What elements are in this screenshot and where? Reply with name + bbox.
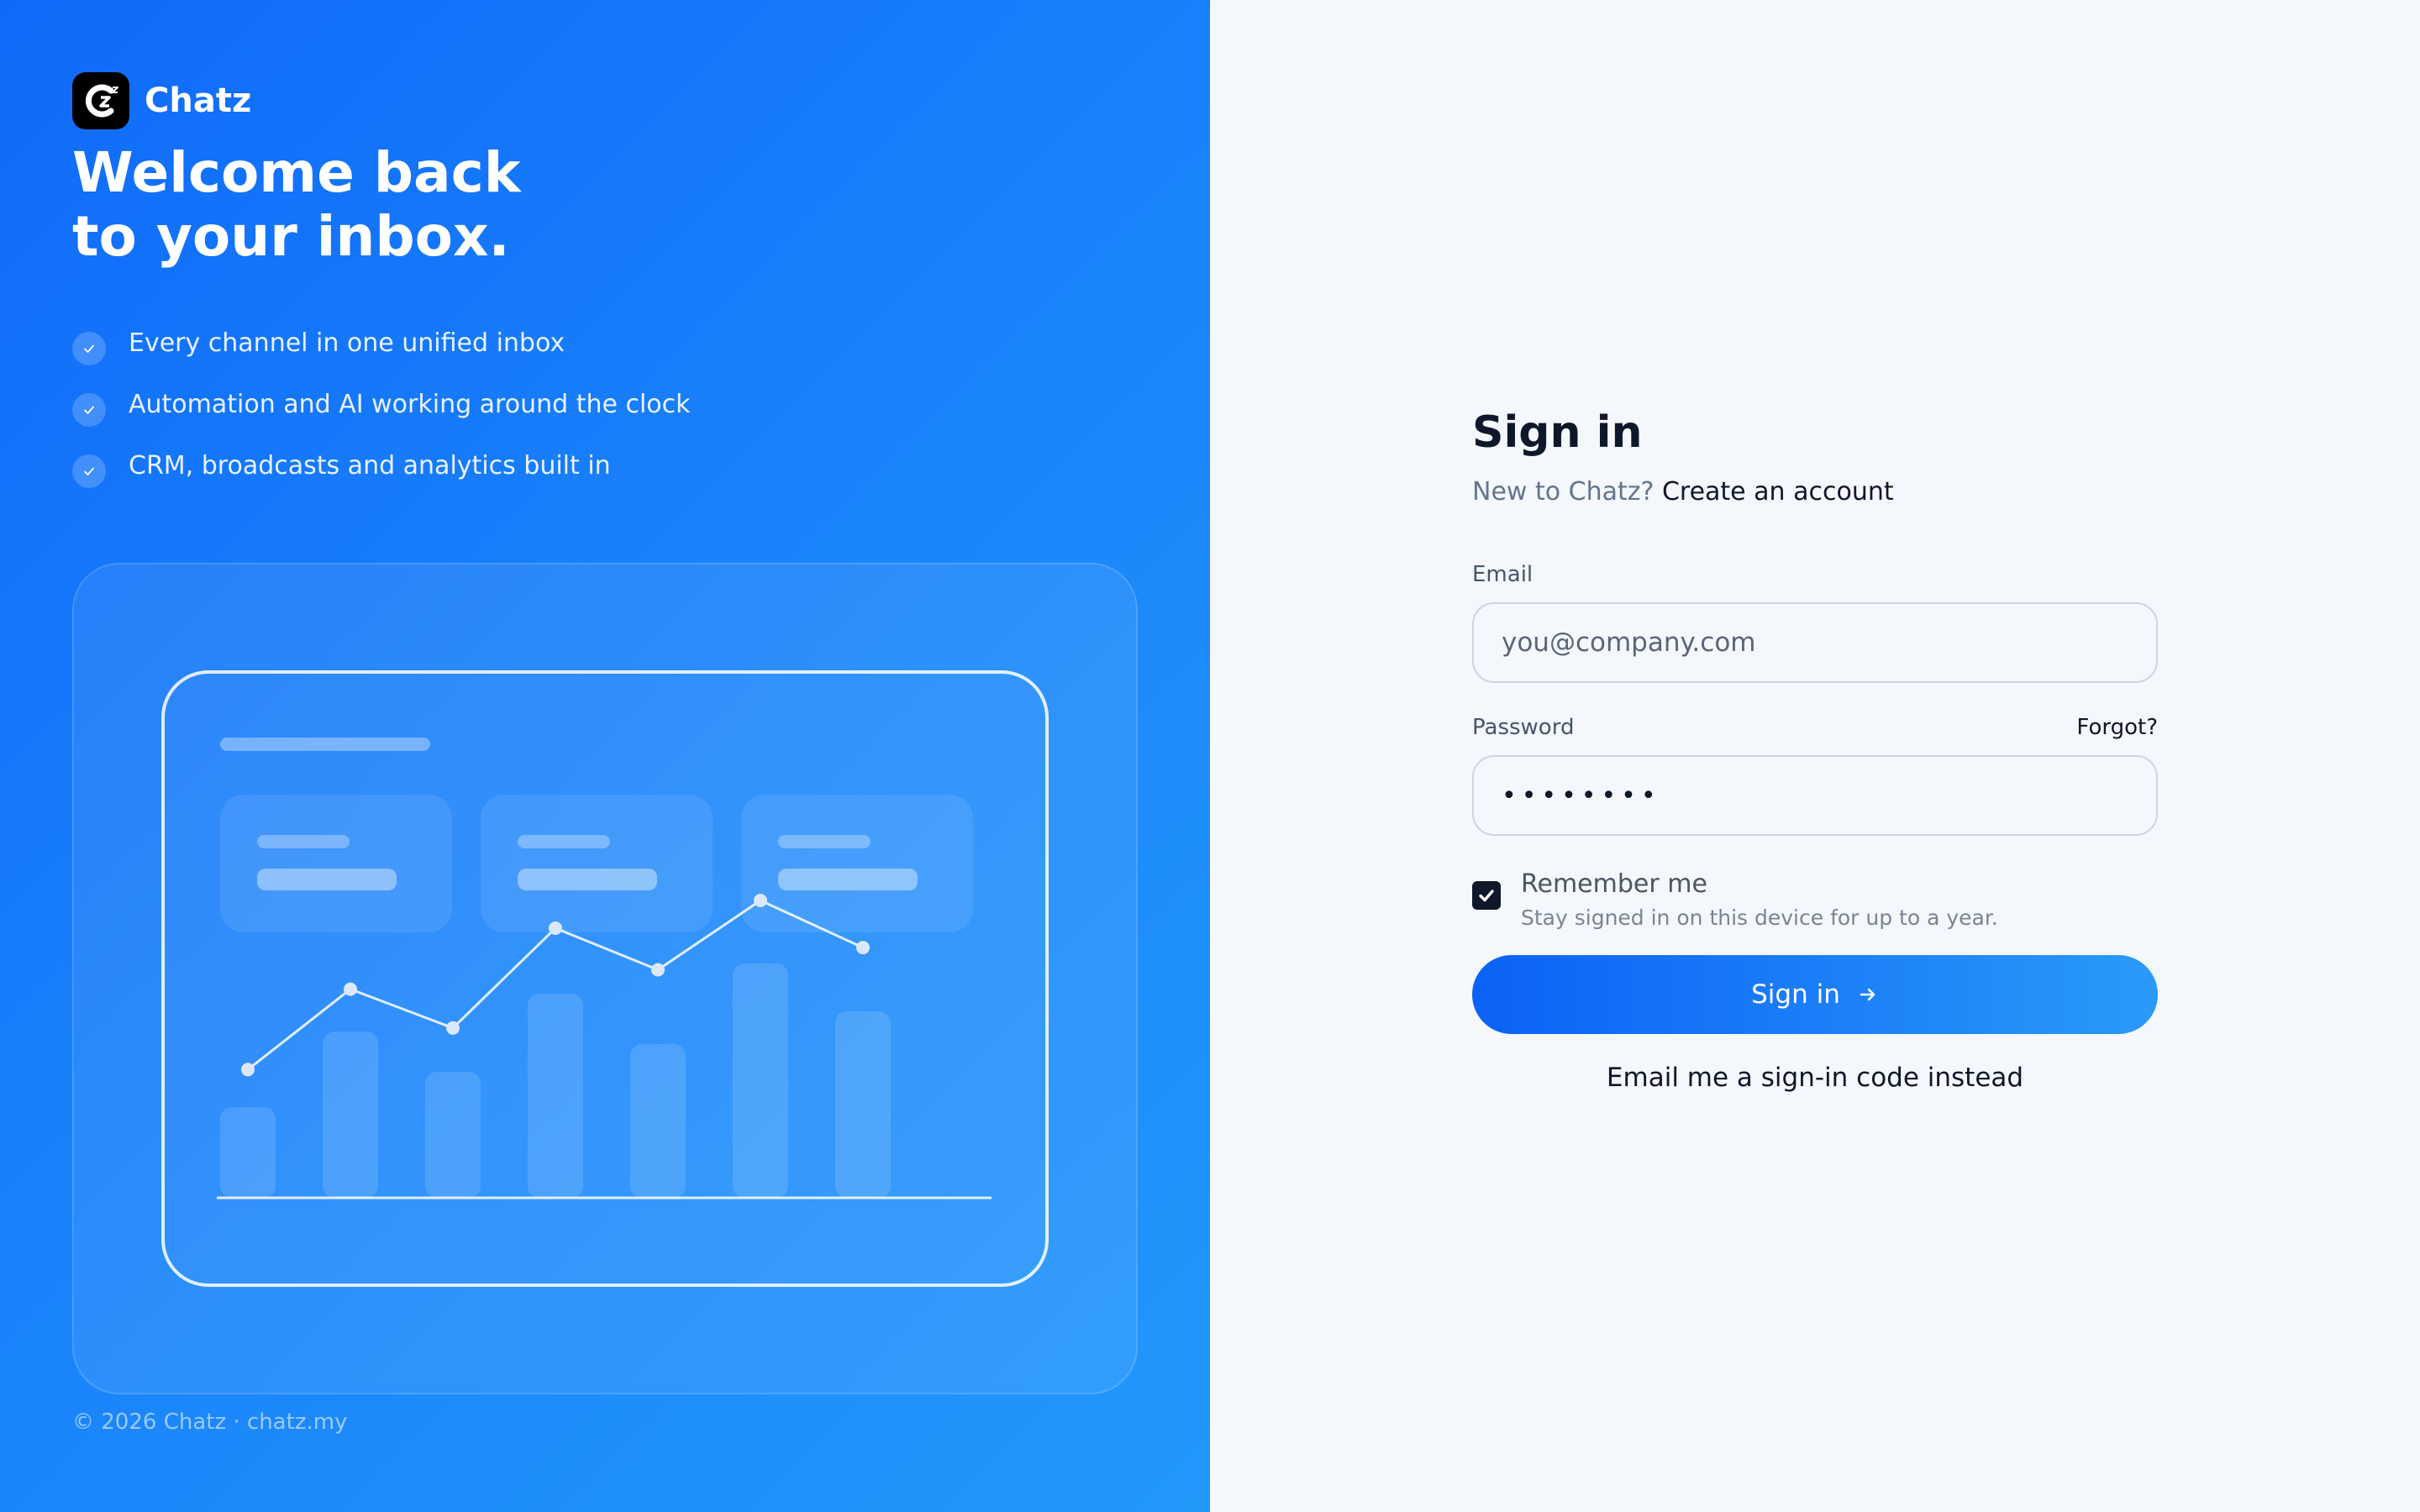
- illustration-bar: [835, 1011, 891, 1198]
- new-user-prompt: New to Chatz?: [1472, 477, 1655, 507]
- brand: Chatz: [72, 72, 251, 129]
- email-code-link[interactable]: Email me a sign-in code instead: [1472, 1063, 2158, 1093]
- feature-list: Every channel in one unified inbox Autom…: [72, 326, 691, 510]
- email-label-row: Email: [1472, 562, 2158, 587]
- hero-headline: Welcome back to your inbox.: [72, 141, 913, 269]
- form-title: Sign in: [1472, 407, 1643, 458]
- remember-me-checkbox[interactable]: [1472, 881, 1501, 910]
- feature-text: Every channel in one unified inbox: [129, 328, 566, 358]
- illustration-bar: [220, 1107, 276, 1198]
- illustration-point: [549, 921, 562, 935]
- sign-in-button-label: Sign in: [1751, 979, 1840, 1010]
- signup-prompt: New to Chatz? Create an account: [1472, 477, 2158, 507]
- email-field[interactable]: [1472, 602, 2158, 683]
- illustration-point: [241, 1063, 255, 1077]
- illustration-chart: [217, 894, 992, 1200]
- illustration-bar: [733, 963, 788, 1198]
- remember-me-text: Remember me Stay signed in on this devic…: [1521, 869, 1998, 930]
- illustration-point: [344, 982, 357, 996]
- check-icon: [72, 393, 106, 427]
- illustration-point: [856, 941, 870, 955]
- feature-text: Automation and AI working around the clo…: [129, 389, 691, 419]
- password-label: Password: [1472, 715, 1575, 740]
- chatz-logo-icon: [72, 72, 129, 129]
- create-account-link[interactable]: Create an account: [1662, 477, 1894, 507]
- illustration-bar: [528, 994, 583, 1198]
- feature-item: Every channel in one unified inbox: [72, 326, 691, 365]
- hero-headline-line1: Welcome back: [72, 140, 521, 205]
- hero-headline-line2: to your inbox.: [72, 204, 510, 269]
- check-icon: [72, 332, 106, 365]
- sign-in-button[interactable]: Sign in: [1472, 955, 2158, 1034]
- feature-item: CRM, broadcasts and analytics built in: [72, 449, 691, 488]
- illustration-bar: [323, 1032, 378, 1198]
- dashboard-chart-illustration: [161, 670, 1049, 1287]
- brand-name: Chatz: [145, 81, 252, 120]
- illustration-point: [651, 963, 665, 977]
- forgot-password-link[interactable]: Forgot?: [2076, 715, 2158, 740]
- remember-me-option: Remember me Stay signed in on this devic…: [1472, 869, 2158, 930]
- footer-copyright: © 2026 Chatz · chatz.my: [72, 1410, 348, 1435]
- illustration-point: [446, 1021, 460, 1035]
- illustration-point: [754, 894, 767, 907]
- check-icon: [72, 454, 106, 488]
- feature-text: CRM, broadcasts and analytics built in: [129, 450, 611, 480]
- signin-form: Sign in New to Chatz? Create an account …: [1472, 403, 2158, 1093]
- checkmark-icon: [1479, 890, 1494, 902]
- arrow-right-icon: [1857, 984, 1879, 1005]
- illustration-bar: [630, 1044, 686, 1198]
- password-label-row: Password Forgot?: [1472, 715, 2158, 740]
- remember-me-label[interactable]: Remember me: [1521, 869, 1998, 899]
- feature-item: Automation and AI working around the clo…: [72, 387, 691, 427]
- hero-panel: Chatz Welcome back to your inbox. Every …: [0, 0, 1210, 1512]
- email-label: Email: [1472, 562, 1534, 587]
- illustration-bar: [425, 1072, 481, 1198]
- password-field[interactable]: [1472, 755, 2158, 836]
- remember-me-hint: Stay signed in on this device for up to …: [1521, 906, 1998, 930]
